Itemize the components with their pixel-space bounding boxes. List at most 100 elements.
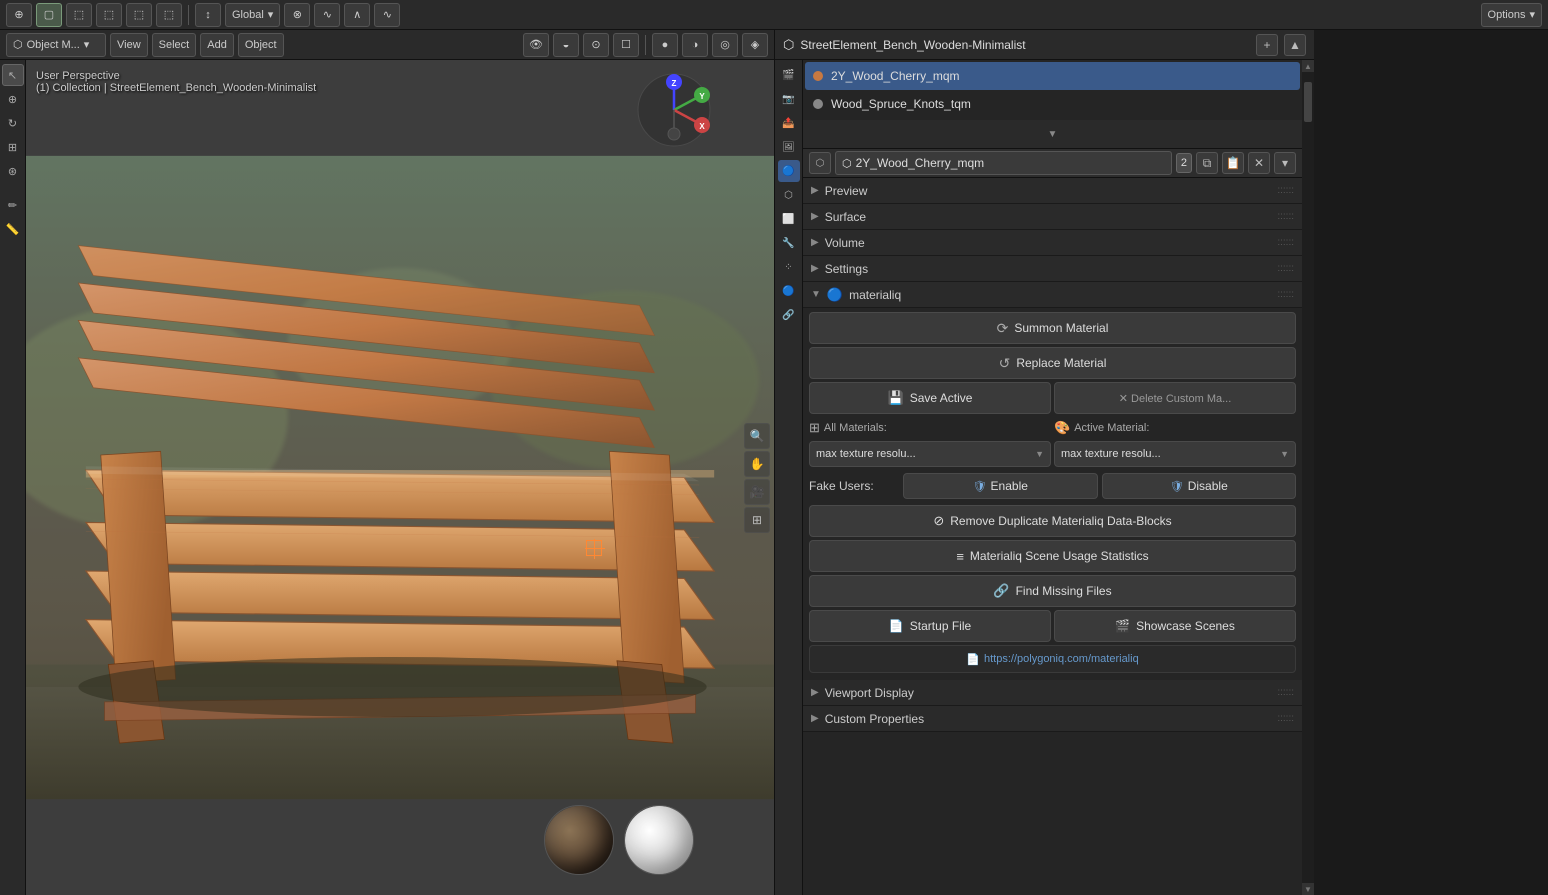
transform-tool[interactable]: ⊛ xyxy=(2,160,24,182)
fake-users-label: Fake Users: xyxy=(809,479,899,493)
overlay-btn[interactable]: ⊙ xyxy=(583,33,609,57)
view-label: View xyxy=(117,39,141,51)
move-tool[interactable]: ⊕ xyxy=(2,88,24,110)
materialiq-icon: 🔵 xyxy=(827,287,843,303)
toolbar-icon-7[interactable]: ⊗ xyxy=(284,3,310,27)
toolbar-select-box[interactable]: ▢ xyxy=(36,3,62,27)
section-surface[interactable]: ▶ Surface :::::: xyxy=(803,204,1302,230)
object-menu[interactable]: Object xyxy=(238,33,284,57)
startup-file-btn[interactable]: 📄 Startup File xyxy=(809,610,1051,642)
mat-delete-btn[interactable]: ✕ xyxy=(1248,152,1270,174)
section-volume[interactable]: ▶ Volume :::::: xyxy=(803,230,1302,256)
particles-icon[interactable]: ⁘ xyxy=(778,256,800,278)
visibility-btn[interactable]: 👁 xyxy=(523,33,549,57)
find-missing-label: Find Missing Files xyxy=(1016,584,1112,598)
toolbar-icon-4[interactable]: ⬚ xyxy=(126,3,152,27)
annotate-tool[interactable]: ✏ xyxy=(2,194,24,216)
replace-material-btn[interactable]: ↺ Replace Material xyxy=(809,347,1296,379)
mat-user-count[interactable]: 2 xyxy=(1176,153,1192,173)
viewport-shading[interactable]: ◒ xyxy=(553,33,579,57)
mat-name-1: 2Y_Wood_Cherry_mqm xyxy=(831,69,960,83)
section-materialiq-header[interactable]: ▼ 🔵 materialiq :::::: xyxy=(803,282,1302,308)
rendered-mode[interactable]: ◈ xyxy=(742,33,768,57)
scene-icon[interactable]: 🎬 xyxy=(778,64,800,86)
scroll-up-arrow[interactable]: ▲ xyxy=(1302,60,1314,72)
solid-mode[interactable]: ◑ xyxy=(682,33,708,57)
select-menu[interactable]: Select xyxy=(152,33,197,57)
material-icon[interactable]: 🔵 xyxy=(778,160,800,182)
vp-display-drag: :::::: xyxy=(1277,687,1294,698)
disable-fake-users-btn[interactable]: 🛡 Disable xyxy=(1102,473,1297,499)
delete-custom-btn[interactable]: ✕ Delete Custom Ma... xyxy=(1054,382,1296,414)
summon-material-btn[interactable]: ⟳ Summon Material xyxy=(809,312,1296,344)
mat-more-btn[interactable]: ▾ xyxy=(1274,152,1296,174)
grid-icon[interactable]: ⊞ xyxy=(744,507,770,533)
showcase-scenes-btn[interactable]: 🎬 Showcase Scenes xyxy=(1054,610,1296,642)
panel-scrollbar[interactable]: ▲ ▼ xyxy=(1302,60,1314,895)
constraints-icon[interactable]: 🔗 xyxy=(778,304,800,326)
nav-gizmo[interactable]: Z Y X xyxy=(634,70,714,150)
mat-new-btn[interactable]: 📋 xyxy=(1222,152,1244,174)
section-viewport-display[interactable]: ▶ Viewport Display :::::: xyxy=(803,680,1302,706)
xray-btn[interactable]: ☐ xyxy=(613,33,639,57)
3d-viewport[interactable]: User Perspective (1) Collection | Street… xyxy=(26,60,774,895)
panel-scroll-up[interactable]: ▲ xyxy=(1284,34,1306,56)
settings-label: Settings xyxy=(825,262,868,276)
all-mat-res-dropdown[interactable]: max texture resolu... ▼ xyxy=(809,441,1051,467)
section-custom-properties[interactable]: ▶ Custom Properties :::::: xyxy=(803,706,1302,732)
mat-copy-btn[interactable]: ⧉ xyxy=(1196,152,1218,174)
global-dropdown[interactable]: Global▾ xyxy=(225,3,280,27)
toolbar-icon-1[interactable]: ⊕ xyxy=(6,3,32,27)
toolbar-icon-8[interactable]: ∿ xyxy=(314,3,340,27)
section-settings[interactable]: ▶ Settings :::::: xyxy=(803,256,1302,282)
scroll-down-icon: ▼ xyxy=(1048,129,1058,140)
enable-fake-users-btn[interactable]: 🛡 Enable xyxy=(903,473,1098,499)
active-mat-res-dropdown[interactable]: max texture resolu... ▼ xyxy=(1054,441,1296,467)
mat-selector-dropdown[interactable]: ⬡ 2Y_Wood_Cherry_mqm xyxy=(835,151,1172,175)
add-menu[interactable]: Add xyxy=(200,33,234,57)
object-mode-dropdown[interactable]: ⬡ Object M...▾ xyxy=(6,33,106,57)
render-mode[interactable]: ● xyxy=(652,33,678,57)
toolbar-icon-6[interactable]: ↕ xyxy=(195,3,221,27)
custom-props-drag: :::::: xyxy=(1277,713,1294,724)
output-icon[interactable]: 📤 xyxy=(778,112,800,134)
svg-text:Y: Y xyxy=(699,92,705,101)
toolbar-icon-2[interactable]: ⬚ xyxy=(66,3,92,27)
remove-duplicates-btn[interactable]: ⊘ Remove Duplicate Materialiq Data-Block… xyxy=(809,505,1296,537)
panel-add-btn[interactable]: + xyxy=(1256,34,1278,56)
object-props-icon[interactable]: ⬜ xyxy=(778,208,800,230)
info-url-link[interactable]: 📄 https://polygoniq.com/materialiq xyxy=(809,645,1296,673)
render-icon[interactable]: 📷 xyxy=(778,88,800,110)
panel-title: StreetElement_Bench_Wooden-Minimalist xyxy=(800,38,1250,52)
save-active-btn[interactable]: 💾 Save Active xyxy=(809,382,1051,414)
scale-tool[interactable]: ⊞ xyxy=(2,136,24,158)
camera-icon[interactable]: 🎥 xyxy=(744,479,770,505)
zoom-icon[interactable]: 🔍 xyxy=(744,423,770,449)
physics-icon[interactable]: 🔵 xyxy=(778,280,800,302)
material-item-1[interactable]: 2Y_Wood_Cherry_mqm xyxy=(805,62,1300,90)
toolbar-icon-10[interactable]: ∿ xyxy=(374,3,400,27)
view-menu[interactable]: View xyxy=(110,33,148,57)
toolbar-icon-3[interactable]: ⬚ xyxy=(96,3,122,27)
delete-label: ✕ Delete Custom Ma... xyxy=(1119,392,1232,405)
mat-list-scroll[interactable]: ▼ xyxy=(803,120,1302,148)
view-layer-icon[interactable]: 🖼 xyxy=(778,136,800,158)
scene-usage-btn[interactable]: ≡ Materialiq Scene Usage Statistics xyxy=(809,540,1296,572)
data-icon[interactable]: ⬡ xyxy=(778,184,800,206)
section-preview[interactable]: ▶ Preview :::::: xyxy=(803,178,1302,204)
material-mode[interactable]: ◎ xyxy=(712,33,738,57)
save-active-label: Save Active xyxy=(910,391,973,405)
modifier-icon[interactable]: 🔧 xyxy=(778,232,800,254)
material-item-2[interactable]: Wood_Spruce_Knots_tqm xyxy=(805,90,1300,118)
scroll-down-arrow[interactable]: ▼ xyxy=(1302,883,1314,895)
rotate-tool[interactable]: ↻ xyxy=(2,112,24,134)
cursor-tool[interactable]: ↖ xyxy=(2,64,24,86)
scroll-track[interactable] xyxy=(1302,72,1314,883)
options-dropdown[interactable]: Options▾ xyxy=(1481,3,1542,27)
measure-tool[interactable]: 📏 xyxy=(2,218,24,240)
find-missing-btn[interactable]: 🔗 Find Missing Files xyxy=(809,575,1296,607)
mat-type-btn[interactable]: ⬡ xyxy=(809,152,831,174)
toolbar-icon-9[interactable]: ∧ xyxy=(344,3,370,27)
pan-icon[interactable]: ✋ xyxy=(744,451,770,477)
toolbar-icon-5[interactable]: ⬚ xyxy=(156,3,182,27)
